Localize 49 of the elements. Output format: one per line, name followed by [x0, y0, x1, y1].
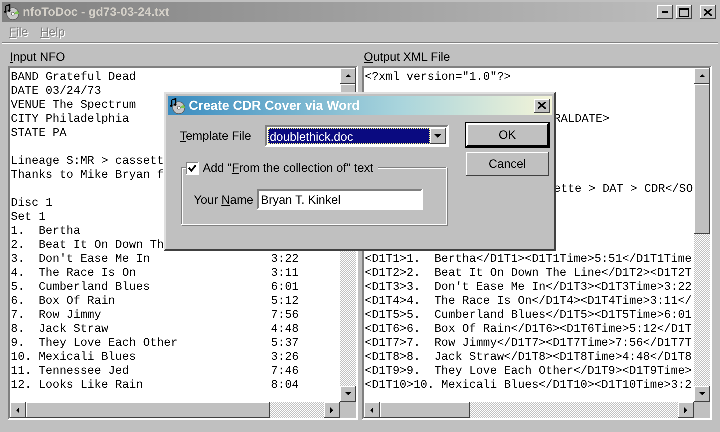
- checkbox-label: Add "From the collection of" text: [203, 160, 374, 177]
- track-time: 6:01: [271, 281, 300, 295]
- text-line: <D1T8>8. Jack Straw</D1T8><D1T8Time>4:48</D1T8: [365, 351, 692, 365]
- track-line: 5. Cumberland Blues: [11, 281, 150, 295]
- text-line: Disc 1: [11, 197, 53, 211]
- track-time: 3:22: [271, 253, 300, 267]
- text-line: <D1T5>5. Cumberland Blues</D1T5><D1T5Time>6:01: [365, 309, 692, 323]
- track-line: 9. They Love Each Other: [11, 337, 178, 351]
- text-line: <D1T3>3. Don't Ease Me In</D1T3><D1T3Time>3:22: [365, 281, 692, 295]
- text-line: Set 1: [11, 211, 46, 225]
- track-line: 2. Beat It On Down Th: [11, 239, 164, 253]
- text-line: BAND Grateful Dead: [11, 71, 136, 85]
- text-line: Thanks to Mike Bryan f: [11, 169, 164, 183]
- track-time: 5:12: [271, 295, 300, 309]
- text-line: CITY Philadelphia: [11, 113, 130, 127]
- pane-label: Output XML File: [363, 49, 452, 66]
- text-line: STATE PA: [11, 127, 67, 141]
- track-line: 3. Don't Ease Me In: [11, 253, 150, 267]
- track-line: 6. Box Of Rain: [11, 295, 116, 309]
- track-time: 7:46: [271, 365, 300, 379]
- dialog-title: Create CDR Cover via Word: [189, 96, 360, 115]
- text-line: <D1T1>1. Bertha</D1T1><D1T1Time>5:51</D1T1Time: [365, 253, 692, 267]
- pane-label: Input NFO: [9, 49, 66, 66]
- text-line: <D1T6>6. Box Of Rain</D1T6><D1T6Time>5:12</D1T: [365, 323, 692, 337]
- track-time: 8:04: [271, 379, 300, 393]
- text-line: VENUE The Spectrum: [11, 99, 136, 113]
- window-title: nfoToDoc - gd73-03-24.txt: [23, 4, 170, 21]
- text-line: <D1T7>7. Row Jimmy</D1T7><D1T7Time>7:56</D1T7T: [365, 337, 692, 351]
- text-line: <D1T10>10. Mexicali Blues</D1T10><D1T10Time>3:2: [365, 379, 692, 393]
- track-time: 4:48: [271, 323, 300, 337]
- text-line: <D1T2>2. Beat It On Down The Line</D1T2><D1T2T: [365, 267, 692, 281]
- track-line: 7. Row Jimmy: [11, 309, 102, 323]
- text-line: <D1T4>4. The Race Is On</D1T4><D1T4Time>3:11</: [365, 295, 692, 309]
- track-time: 5:37: [271, 337, 300, 351]
- text-line: Lineage S:MR > cassett: [11, 155, 164, 169]
- track-line: 10. Mexicali Blues: [11, 351, 136, 365]
- track-time: 3:11: [271, 267, 300, 281]
- track-line: 12. Looks Like Rain: [11, 379, 144, 393]
- track-time: 7:56: [271, 309, 300, 323]
- track-line: 1. Bertha: [11, 225, 81, 239]
- template-label: Template File: [180, 128, 252, 145]
- text-line: <D1T9>9. They Love Each Other</D1T9><D1T9Time>: [365, 365, 692, 379]
- track-line: 8. Jack Straw: [11, 323, 108, 337]
- track-time: 3:26: [271, 351, 300, 365]
- track-line: 11. Tennessee Jed: [11, 365, 130, 379]
- track-line: 4. The Race Is On: [11, 267, 136, 281]
- text-line: <?xml version="1.0"?>: [365, 71, 512, 85]
- name-label: Your Name: [194, 192, 255, 208]
- text-line: DATE 03/24/73: [11, 85, 102, 99]
